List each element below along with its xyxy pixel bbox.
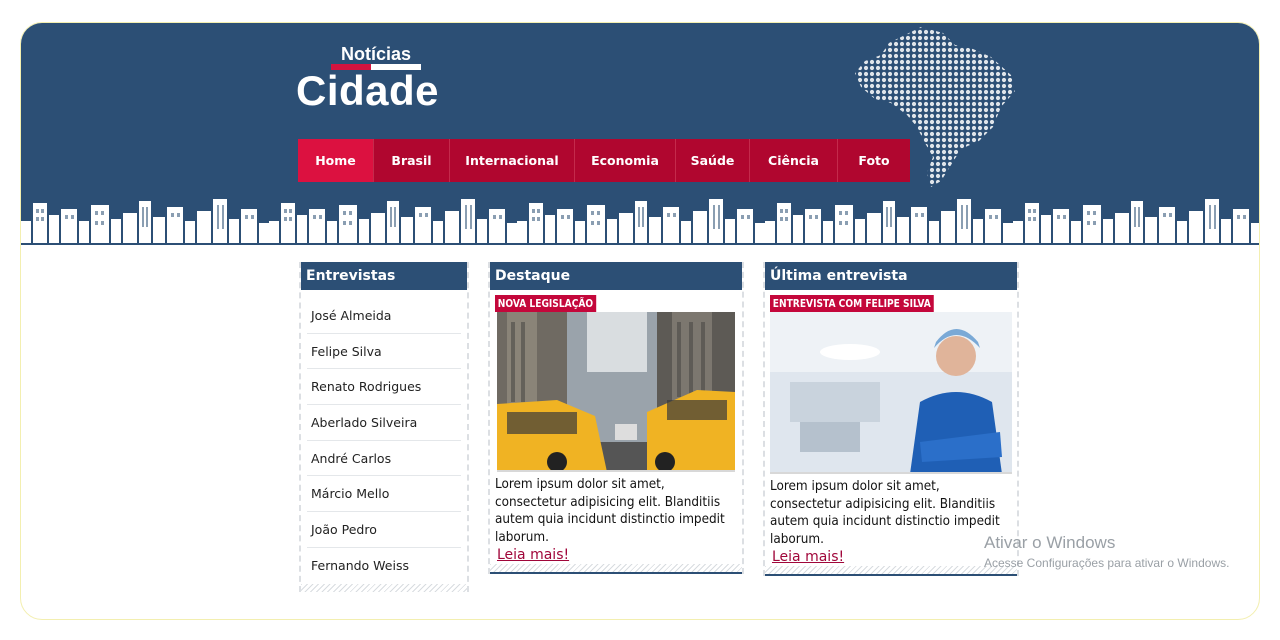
latest-interview-card: Última entrevista ENTREVISTA COM FELIPE … [763,262,1019,576]
list-item[interactable]: André Carlos [307,441,461,477]
list-item[interactable]: Aberlado Silveira [307,405,461,441]
list-item[interactable]: Renato Rodrigues [307,369,461,406]
latest-interview-read-more-link[interactable]: Leia mais! [765,548,1017,566]
featured-card: Destaque NOVA LEGISLAÇÃO Lorem ipsum dol… [488,262,744,574]
watermark-title: Ativar o Windows [984,533,1116,552]
city-skyline-graphic [21,199,1259,243]
watermark-subtitle: Acesse Configurações para ativar o Windo… [984,556,1230,570]
interviews-list: José Almeida Felipe Silva Renato Rodrigu… [301,290,467,584]
nav-internacional[interactable]: Internacional [450,139,575,182]
latest-interview-tag: ENTREVISTA COM FELIPE SILVA [770,295,934,312]
list-item[interactable]: João Pedro [307,512,461,548]
list-item[interactable]: Fernando Weiss [307,548,461,584]
list-item[interactable]: Felipe Silva [307,334,461,370]
nav-ciencia[interactable]: Ciência [750,139,838,182]
main-nav: Home Brasil Internacional Economia Saúde… [298,139,910,182]
windows-activation-watermark: Ativar o Windows Acesse Configurações pa… [984,533,1229,570]
latest-interview-text: Lorem ipsum dolor sit amet, consectetur … [770,479,1000,547]
interviews-sidebar: Entrevistas José Almeida Felipe Silva Re… [299,262,469,592]
list-item[interactable]: José Almeida [307,298,461,334]
browser-viewport: Notícias Cidade Home Brasil Internaciona… [20,22,1260,620]
nav-home[interactable]: Home [298,139,374,182]
taxi-street-photo[interactable] [497,312,735,472]
featured-tag: NOVA LEGISLAÇÃO [495,295,596,312]
nav-brasil[interactable]: Brasil [374,139,450,182]
latest-interview-title: Última entrevista [765,262,1017,290]
nav-saude[interactable]: Saúde [676,139,750,182]
doctor-photo[interactable] [770,312,1012,474]
divider [765,566,1017,574]
logo-big-text: Cidade [296,67,440,114]
logo-small-text: Notícias [340,44,412,64]
divider [765,574,1017,576]
divider [490,564,742,572]
featured-title: Destaque [490,262,742,290]
nav-foto[interactable]: Foto [838,139,910,182]
list-item[interactable]: Márcio Mello [307,476,461,513]
sidebar-title: Entrevistas [301,262,467,290]
nav-economia[interactable]: Economia [575,139,676,182]
featured-text: Lorem ipsum dolor sit amet, consectetur … [495,477,725,545]
site-logo[interactable]: Notícias Cidade [296,44,447,114]
divider [301,583,467,592]
divider [490,572,742,574]
featured-read-more-link[interactable]: Leia mais! [490,546,742,564]
